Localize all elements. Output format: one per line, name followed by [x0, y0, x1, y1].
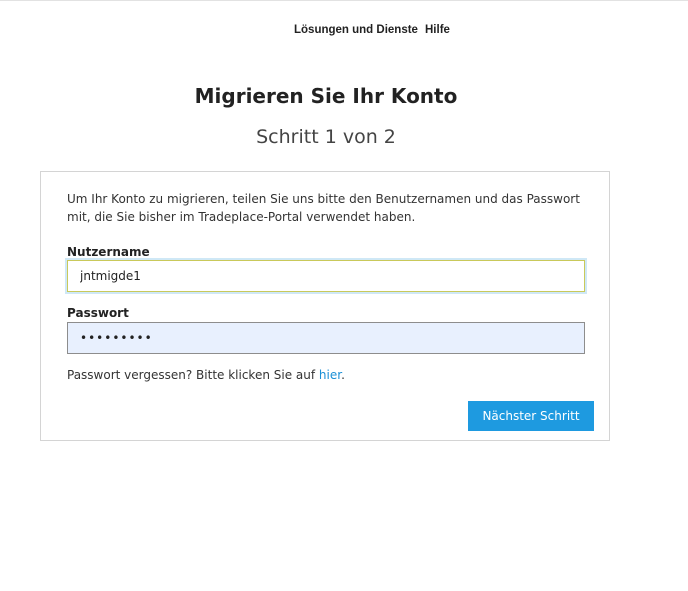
- forgot-password-suffix: .: [341, 368, 345, 382]
- username-input[interactable]: [67, 260, 585, 292]
- form-intro-text: Um Ihr Konto zu migrieren, teilen Sie un…: [67, 192, 580, 224]
- password-label: Passwort: [67, 306, 129, 320]
- migration-form-card: Um Ihr Konto zu migrieren, teilen Sie un…: [40, 171, 610, 441]
- forgot-password-prompt: Passwort vergessen? Bitte klicken Sie au…: [67, 368, 319, 382]
- top-divider: [0, 0, 688, 1]
- nav-solutions-link[interactable]: Lösungen und Dienste: [294, 24, 418, 36]
- forgot-password-text: Passwort vergessen? Bitte klicken Sie au…: [67, 368, 345, 382]
- username-label: Nutzername: [67, 245, 150, 259]
- page-title: Migrieren Sie Ihr Konto: [194, 84, 458, 108]
- forgot-password-link[interactable]: hier: [319, 368, 341, 382]
- step-indicator: Schritt 1 von 2: [256, 126, 396, 148]
- top-nav: Lösungen und Dienste Hilfe: [0, 24, 688, 42]
- password-input[interactable]: [67, 322, 585, 354]
- next-step-button[interactable]: Nächster Schritt: [468, 401, 594, 431]
- nav-help-link[interactable]: Hilfe: [425, 24, 450, 36]
